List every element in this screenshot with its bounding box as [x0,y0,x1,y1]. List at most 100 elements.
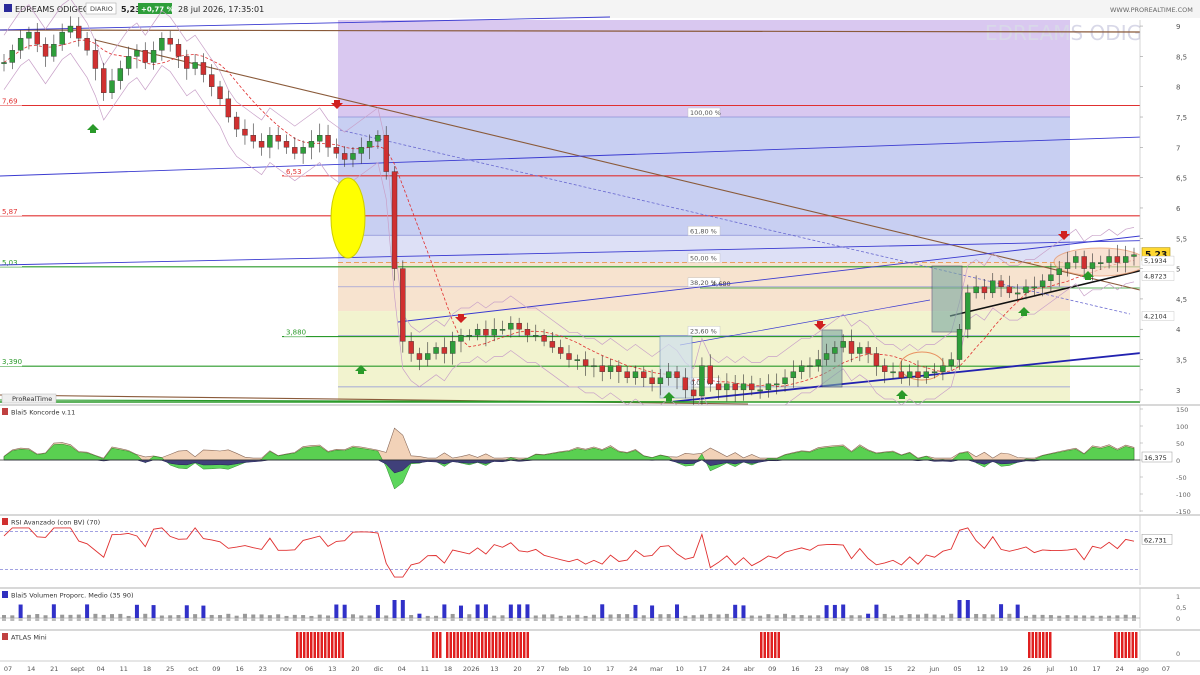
y-tick-label: 6 [1176,205,1181,213]
atlas-bar [331,632,334,658]
candle-body [840,341,846,348]
indicator-panel[interactable]: Blai5 Volumen Proporc. Medio (35 90) 1 0,5… [0,587,1200,628]
volume-bar [284,615,289,618]
y-tick-label: 0 [1176,615,1180,623]
volume-bar [957,600,962,618]
y-tick-label: 3,5 [1176,357,1187,365]
atlas-bar [1114,632,1117,658]
atlas-bar [1028,632,1031,658]
candle-body [233,116,240,130]
candle-body [383,135,389,172]
volume-bar [342,604,347,618]
x-tick-label: 26 [1023,665,1031,673]
atlas-bar [526,632,529,658]
volume-bar [276,614,281,618]
indicator-panel[interactable]: RSI Avanzado (con BV) (70) 62,731 [0,514,1200,585]
volume-bar [51,604,56,618]
candle-body [449,341,456,354]
candle-body [657,377,664,385]
volume-bar [267,615,272,618]
candle-body [275,135,281,142]
atlas-bar [467,632,470,658]
volume-bar [1090,615,1095,618]
atlas-bar [502,632,505,658]
volume-bar [110,614,115,618]
volume-bar [633,604,638,618]
volume-bar [949,613,954,618]
atlas-bar [341,632,344,658]
atlas-bar [474,632,477,658]
atlas-bar [777,632,780,658]
volume-bar [1098,615,1103,618]
y-tick-label: 5 [1176,266,1180,274]
volume-bar [724,613,729,618]
atlas-bar [453,632,456,658]
volume-bar [641,615,646,618]
x-tick-label: 18 [143,665,151,673]
volume-bar [542,614,547,618]
x-tick-label: 16 [235,665,243,673]
candle-body [308,141,315,148]
atlas-bar [516,632,519,658]
atlas-bar [774,632,777,658]
candle-body [1048,274,1054,281]
volume-bar [458,605,463,618]
volume-bar [168,615,173,618]
atlas-bar [313,632,316,658]
atlas-bar [1038,632,1041,658]
volume-bar [533,615,538,618]
atlas-bar [324,632,327,658]
value-label: 4,8723 [1144,272,1167,280]
volume-bar [824,605,829,618]
indicator-panel[interactable]: Blai5 Koncorde v.11 150100500-50-100-1501… [0,404,1200,516]
volume-bar [990,614,995,618]
y-tick-label: 7 [1176,144,1180,152]
fib-label: 100,00 % [690,109,721,117]
volume-bar [1007,613,1012,618]
brand-link[interactable]: WWW.PROREALTIME.COM [1110,6,1193,14]
candle-body [242,128,248,136]
volume-bar [475,604,480,618]
candle-body [732,383,738,391]
atlas-bar [488,632,491,658]
volume-bar [616,614,621,618]
atlas-bar [470,632,473,658]
chart-canvas[interactable]: EDREAMS ODIGEO DIARIO 5,23 +0,77 % 28 ju… [0,0,1200,675]
zone-box [931,265,963,333]
candle-body [142,50,148,63]
x-tick-label: 05 [953,665,961,673]
y-tick-label: 150 [1176,406,1188,414]
volume-bar [965,600,970,618]
candle-body [715,383,722,391]
candle-body [1098,262,1104,264]
x-tick-label: 17 [1092,665,1100,673]
volume-bar [1123,614,1128,618]
volume-bar [691,615,696,618]
volume-bar [18,604,23,618]
volume-bar [683,615,688,618]
volume-bar [492,615,497,618]
atlas-bar [320,632,323,658]
volume-bar [550,614,555,618]
indicator-panels: Blai5 Koncorde v.11 150100500-50-100-1501… [0,404,1200,660]
indicator-panel[interactable]: ATLAS Mini 0 [0,629,1200,660]
candle-body [1006,286,1013,294]
volume-bar [218,615,223,618]
candle-body [1,62,7,64]
volume-bar [733,604,738,618]
x-tick-label: 12 [977,665,985,673]
header-bar: EDREAMS ODIGEO DIARIO 5,23 +0,77 % 28 ju… [0,0,1200,18]
candle-body [333,147,340,154]
volume-bar [1073,615,1078,618]
candle-body [134,50,140,57]
candle-body [258,141,265,148]
volume-bar [1132,615,1136,618]
atlas-bar [491,632,494,658]
candle-body [42,44,49,57]
x-tick-label: 24 [629,665,637,673]
price-panel[interactable]: EDREAMS ODIGEO7,696,535,875,033,8803,390… [0,0,1200,424]
candle-body [92,50,99,69]
candle-body [1064,262,1071,269]
candle-body [350,153,356,160]
y-tick-label: 9 [1176,23,1180,31]
